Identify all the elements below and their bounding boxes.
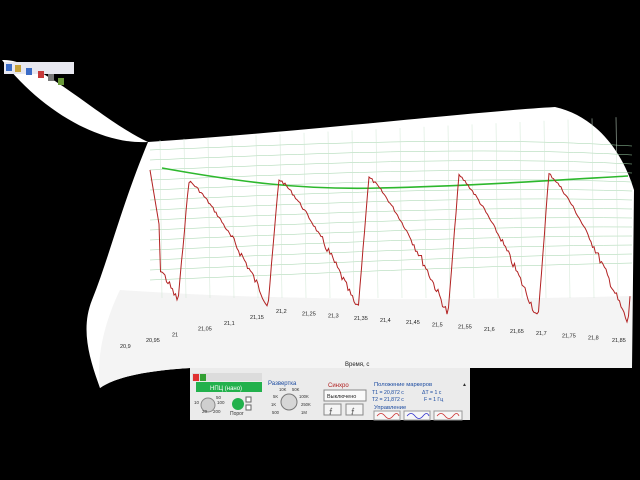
channel-mode-check-1[interactable] xyxy=(245,396,252,403)
oscilloscope-screenshot: 20,9 20,95 21 21,05 21,1 21,15 21,2 21,25 21,3 21… xyxy=(2,59,634,421)
sweep-tick-50k: 50K xyxy=(292,387,300,392)
x-tick-label: 21,3 xyxy=(328,314,339,320)
x-tick-label: 21,55 xyxy=(458,325,472,331)
marker-dt: ΔT = 1 с xyxy=(422,390,442,396)
x-tick-label: 21,4 xyxy=(380,318,391,324)
x-tick-label: 21,7 xyxy=(536,331,547,337)
sweep-tick-500: 500 xyxy=(272,410,280,415)
x-tick-label: 21,2 xyxy=(276,309,287,315)
sweep-tick-5k: 5K xyxy=(273,394,278,399)
sweep-tick-10k: 10K xyxy=(279,387,287,392)
toolbar-icon-open[interactable] xyxy=(15,65,21,72)
knob-tick-100: 100 xyxy=(217,400,225,405)
marker-f: F = 1 Гц xyxy=(424,397,443,403)
toolbar-icon-save[interactable] xyxy=(26,68,32,75)
x-tick-label: 21,45 xyxy=(406,320,420,326)
toolbar-icon-new[interactable] xyxy=(6,64,12,71)
threshold-knob[interactable] xyxy=(232,398,244,410)
x-tick-label: 21,05 xyxy=(198,327,212,333)
x-tick-label: 21,8 xyxy=(588,336,599,342)
channel-color-green[interactable] xyxy=(200,374,206,381)
falling-edge-icon: ⨍ xyxy=(351,407,355,415)
sync-title: Синхро xyxy=(328,383,349,389)
control-panel: НПЦ (нано) 10 20 100 200 50 Порог Развер… xyxy=(190,368,470,421)
marker-t2: T2 = 21,872 с xyxy=(372,397,404,403)
knob-tick-20: 20 xyxy=(202,409,208,414)
channel-label: НПЦ (нано) xyxy=(210,386,242,392)
channel-mode-check-2[interactable] xyxy=(245,404,252,411)
x-tick-label: 20,9 xyxy=(120,344,131,350)
x-tick-label: 21,25 xyxy=(302,311,316,317)
x-tick-label: 21 xyxy=(172,332,178,338)
sweep-knob[interactable] xyxy=(280,393,298,411)
x-tick-label: 21,65 xyxy=(510,329,524,335)
x-tick-label: 21,75 xyxy=(562,333,576,339)
sweep-tick-100k: 100K xyxy=(299,394,309,399)
sync-select-value: Выключено xyxy=(327,394,356,400)
sweep-tick-1k: 1K xyxy=(271,402,276,407)
x-tick-label: 21,35 xyxy=(354,316,368,322)
x-tick-label: 21,1 xyxy=(224,321,235,327)
threshold-label: Порог xyxy=(230,411,244,417)
sweep-tick-250k: 250K xyxy=(301,402,311,407)
x-axis-title: Время, с xyxy=(345,362,369,368)
collapse-icon[interactable]: ▲ xyxy=(462,382,467,388)
knob-tick-10: 10 xyxy=(194,400,200,405)
sweep-tick-1m: 1M xyxy=(301,410,307,415)
rising-edge-icon: ⨍ xyxy=(329,407,333,415)
knob-tick-50: 50 xyxy=(216,395,222,400)
toolbar-icon-cut[interactable] xyxy=(38,71,44,78)
toolbar-icon-copy[interactable] xyxy=(48,74,54,81)
x-tick-label: 21,15 xyxy=(250,315,264,321)
marker-t1: T1 = 20,872 с xyxy=(372,390,404,396)
x-tick-label: 21,5 xyxy=(432,322,443,328)
manage-title: Управление xyxy=(374,405,406,411)
x-tick-label: 20,95 xyxy=(146,338,160,344)
knob-tick-200: 200 xyxy=(213,409,221,414)
channel-color-red[interactable] xyxy=(193,374,199,381)
x-tick-label: 21,85 xyxy=(612,338,626,344)
markers-title: Положение маркеров xyxy=(374,382,432,388)
toolbar-icon-paste[interactable] xyxy=(58,78,64,85)
x-tick-label: 21,6 xyxy=(484,327,495,333)
